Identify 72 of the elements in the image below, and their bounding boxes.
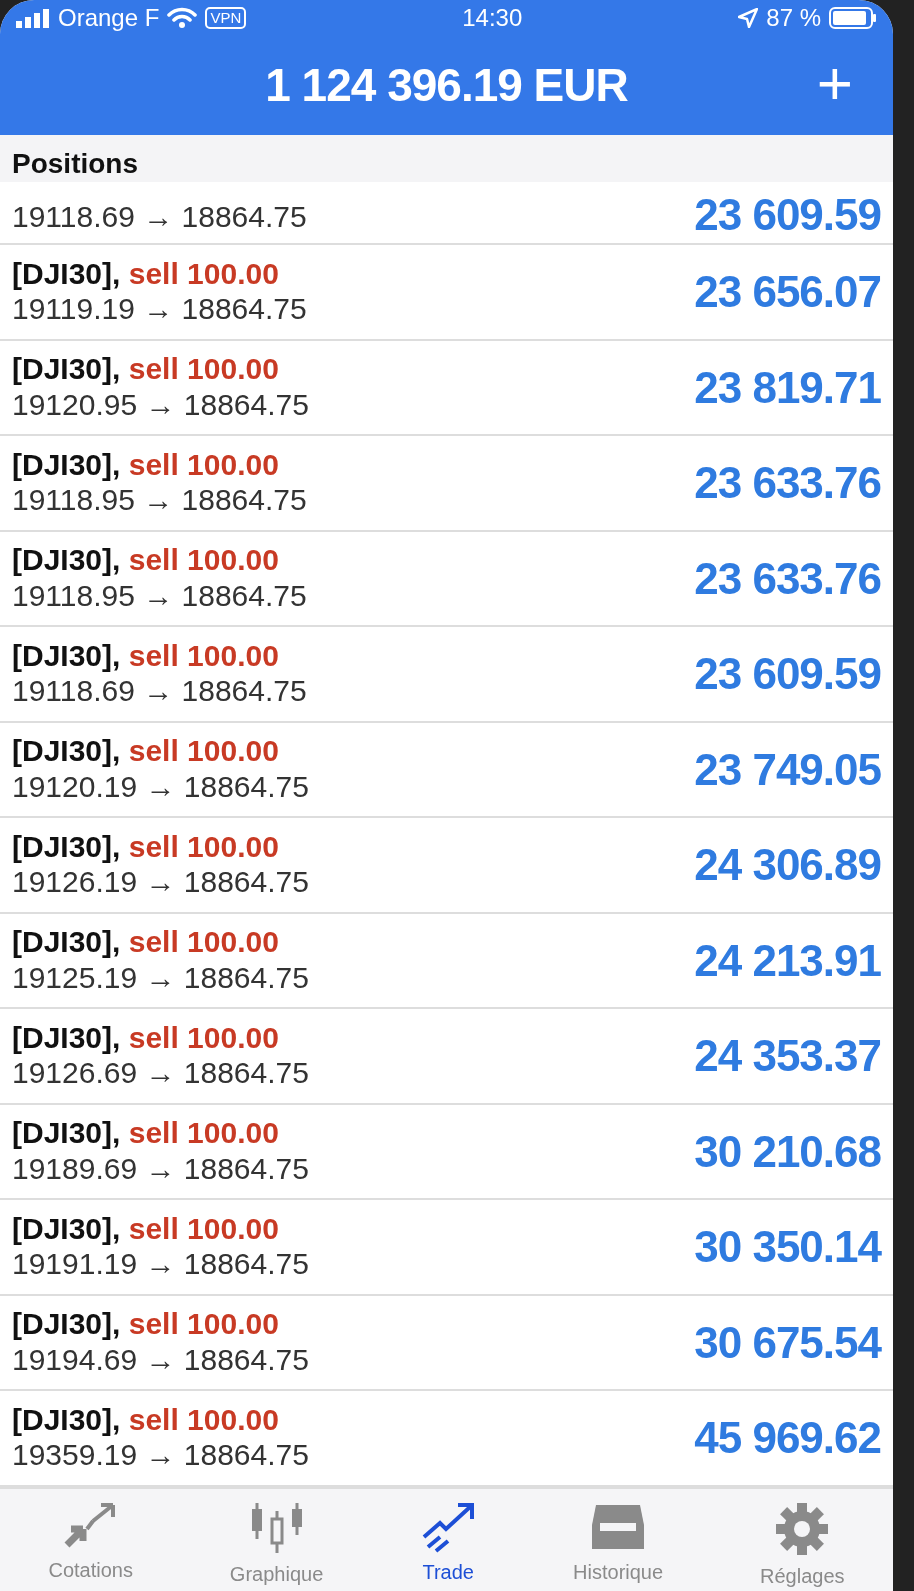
price-range: 19126.69 → 18864.75	[12, 1056, 309, 1090]
price-range: 19118.69 → 18864.75	[12, 674, 307, 708]
symbol-label: [DJI30],	[12, 447, 121, 481]
profit-value: 23 633.76	[694, 552, 881, 605]
tab-item[interactable]: Cotations	[42, 1488, 139, 1591]
profit-value: 23 656.07	[694, 266, 881, 319]
price-range: 19359.19 → 18864.75	[12, 1438, 309, 1472]
price-range: 19189.69 → 18864.75	[12, 1151, 309, 1185]
symbol-label: [DJI30],	[12, 1307, 121, 1341]
order-label: sell 100.00	[128, 256, 279, 290]
add-button[interactable]: +	[816, 52, 853, 114]
location-arrow-icon	[738, 8, 759, 28]
trend-arrow-icon	[420, 1500, 477, 1553]
price-range: 19118.95 → 18864.75	[12, 578, 307, 612]
section-title: Positions	[12, 148, 138, 180]
symbol-label: [DJI30],	[12, 543, 121, 577]
order-label: sell 100.00	[128, 1402, 279, 1436]
profit-value: 45 969.62	[694, 1412, 881, 1465]
settings-icon	[774, 1500, 831, 1557]
profit-value: 24 306.89	[694, 839, 881, 892]
price-range: 19125.19 → 18864.75	[12, 960, 309, 994]
profit-value: 23 749.05	[694, 743, 881, 796]
price-range: 19126.19 → 18864.75	[12, 865, 309, 899]
symbol-label: [DJI30],	[12, 1211, 121, 1245]
profit-value: 30 675.54	[694, 1316, 881, 1369]
order-label: sell 100.00	[128, 734, 279, 768]
price-range: 19120.19 → 18864.75	[12, 769, 309, 803]
order-label: sell 100.00	[128, 1020, 279, 1054]
tab-item[interactable]: Réglages	[754, 1488, 851, 1591]
vpn-badge: VPN	[205, 7, 247, 29]
price-range: 19120.95 → 18864.75	[12, 387, 309, 421]
symbol-label: [DJI30],	[12, 1402, 121, 1436]
price-range: 19194.69 → 18864.75	[12, 1342, 309, 1376]
price-range: 19191.19 → 18864.75	[12, 1247, 309, 1281]
symbol-label: [DJI30],	[12, 925, 121, 959]
order-label: sell 100.00	[128, 543, 279, 577]
symbol-label: [DJI30],	[12, 1116, 121, 1150]
profit-value: 24 353.37	[694, 1030, 881, 1083]
tab-item[interactable]: Trade	[414, 1488, 483, 1591]
profit-value: 23 819.71	[694, 361, 881, 414]
order-label: sell 100.00	[128, 447, 279, 481]
symbol-label: [DJI30],	[12, 829, 121, 863]
profit-value: 23 633.76	[694, 457, 881, 510]
order-label: sell 100.00	[128, 1116, 279, 1150]
order-label: sell 100.00	[128, 352, 279, 386]
balance-title: 1 124 396.19 EUR	[265, 58, 628, 114]
carrier-name: Orange F	[58, 3, 160, 33]
tab-item[interactable]: Historique	[567, 1488, 670, 1591]
signal-icon	[16, 8, 50, 28]
wifi-icon	[167, 7, 198, 29]
profit-value: 23 609.59	[694, 648, 881, 701]
battery-icon	[829, 7, 877, 29]
order-label: sell 100.00	[128, 829, 279, 863]
profit-value: 23 609.59	[694, 189, 881, 242]
symbol-label: [DJI30],	[12, 256, 121, 290]
profit-value: 30 210.68	[694, 1125, 881, 1178]
order-label: sell 100.00	[128, 925, 279, 959]
price-range: 19118.69 → 18864.75	[12, 200, 307, 234]
profit-value: 24 213.91	[694, 934, 881, 987]
clock-time: 14:30	[462, 4, 523, 31]
tab-item[interactable]: Graphique	[223, 1488, 330, 1591]
battery-percent: 87 %	[766, 3, 821, 33]
price-range: 19119.19 → 18864.75	[12, 292, 307, 326]
symbol-label: [DJI30],	[12, 352, 121, 386]
profit-value: 30 350.14	[694, 1221, 881, 1274]
order-label: sell 100.00	[128, 638, 279, 672]
price-range: 19118.95 → 18864.75	[12, 483, 307, 517]
symbol-label: [DJI30],	[12, 734, 121, 768]
order-label: sell 100.00	[128, 1307, 279, 1341]
symbol-label: [DJI30],	[12, 638, 121, 672]
symbol-label: [DJI30],	[12, 1020, 121, 1054]
order-label: sell 100.00	[128, 1211, 279, 1245]
